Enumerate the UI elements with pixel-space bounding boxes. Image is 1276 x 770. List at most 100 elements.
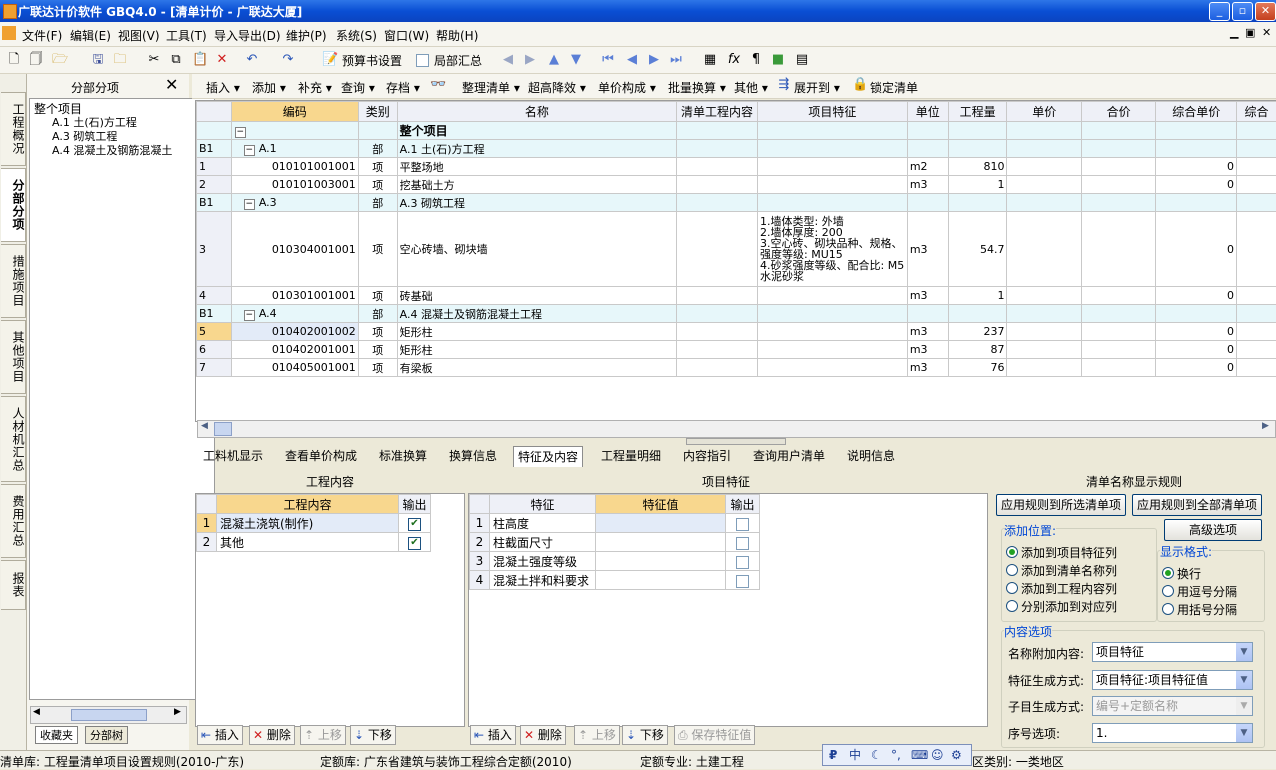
ime-moon-icon[interactable]: ☾ (871, 745, 882, 765)
total-price-cell[interactable] (1081, 158, 1155, 176)
composite-cell[interactable] (1237, 287, 1276, 305)
table-row[interactable]: 6010402001001项矩形柱m3870 (197, 341, 1276, 359)
code-cell[interactable]: 010101001001 (231, 158, 358, 176)
col-header-output[interactable]: 输出 (399, 495, 431, 514)
feature-cell[interactable] (758, 140, 908, 158)
calculator-icon[interactable]: ▦ (702, 52, 718, 68)
feature-cell[interactable] (758, 305, 908, 323)
feature-value-cell[interactable] (596, 552, 726, 571)
supplement-dropdown[interactable]: 补充 ▾ (298, 79, 332, 96)
open-folder-icon[interactable]: 🗁 (52, 52, 68, 68)
output-cell[interactable]: ✔ (726, 571, 760, 590)
app-menu-icon[interactable] (2, 26, 16, 40)
tab-conversion-info[interactable]: 换算信息 (445, 446, 501, 466)
unit-price-cell[interactable] (1007, 212, 1081, 287)
unit-cell[interactable]: m3 (907, 323, 948, 341)
bill-content-cell[interactable] (677, 212, 758, 287)
unit-cell[interactable]: m3 (907, 341, 948, 359)
table-row[interactable]: 3010304001001项空心砖墙、砌块墙1.墙体类型: 外墙 2.墙体厚度:… (197, 212, 1276, 287)
feature-cell[interactable] (758, 158, 908, 176)
code-cell[interactable]: −A.1 (231, 140, 358, 158)
tab-reports[interactable]: 报表 (1, 560, 26, 610)
output-checkbox[interactable]: ✔ (736, 575, 749, 588)
content-delete-button[interactable]: ✕ 删除 (249, 725, 295, 745)
scroll-thumb[interactable] (214, 422, 232, 436)
composite-cell[interactable] (1237, 212, 1276, 287)
feature-name-cell[interactable]: 混凝土强度等级 (490, 552, 596, 571)
menu-tools[interactable]: 工具(T) (166, 27, 207, 44)
book-icon[interactable]: ■ (770, 52, 786, 68)
unit-price-composition-dropdown[interactable]: 单价构成 ▾ (598, 79, 656, 96)
menu-window[interactable]: 窗口(W) (384, 27, 429, 44)
code-cell[interactable]: 010402001002 (231, 323, 358, 341)
menu-maintain[interactable]: 维护(P) (286, 27, 327, 44)
row-number[interactable]: 1 (470, 514, 490, 533)
total-price-cell[interactable] (1081, 212, 1155, 287)
quantity-cell[interactable]: 810 (948, 158, 1007, 176)
feature-cell[interactable] (758, 359, 908, 377)
ime-settings-icon[interactable]: ⚙ (951, 745, 962, 765)
quantity-cell[interactable]: 1 (948, 287, 1007, 305)
minimize-button[interactable]: _ (1209, 2, 1230, 21)
feature-cell[interactable] (758, 194, 908, 212)
mdi-minimize-icon[interactable]: ▁ (1230, 26, 1238, 39)
menu-view[interactable]: 视图(V) (118, 27, 160, 44)
ime-user-icon[interactable]: ☺ (931, 745, 944, 765)
scroll-right-icon[interactable]: ▶ (1262, 421, 1269, 431)
output-cell[interactable]: ✔ (726, 514, 760, 533)
row-number[interactable]: 2 (197, 176, 232, 194)
composite-unit-price-cell[interactable]: 0 (1156, 212, 1237, 287)
total-price-cell[interactable] (1081, 287, 1155, 305)
composite-cell[interactable] (1237, 305, 1276, 323)
col-header-composite-unit-price[interactable]: 综合单价 (1156, 102, 1237, 122)
ime-logo-icon[interactable]: ₽ (829, 745, 837, 765)
feature-cell[interactable]: 1.墙体类型: 外墙 2.墙体厚度: 200 3.空心砖、砌块品种、规格、强度等… (758, 212, 908, 287)
name-cell[interactable]: A.4 混凝土及钢筋混凝土工程 (397, 305, 676, 323)
name-cell[interactable]: 有梁板 (397, 359, 676, 377)
content-move-up-button[interactable]: ⇡ 上移 (300, 725, 346, 745)
radio-comma[interactable]: 用逗号分隔 (1162, 583, 1237, 600)
table-row[interactable]: 7010405001001项有梁板m3760 (197, 359, 1276, 377)
tab-labor-material-display[interactable]: 工料机显示 (199, 446, 267, 466)
col-header-quantity[interactable]: 工程量 (948, 102, 1007, 122)
bill-content-cell[interactable] (677, 176, 758, 194)
scroll-right-icon[interactable]: ▶ (174, 707, 181, 717)
row-number[interactable]: 2 (470, 533, 490, 552)
menu-file[interactable]: 文件(F) (22, 27, 62, 44)
composite-unit-price-cell[interactable]: 0 (1156, 341, 1237, 359)
tab-content-guide[interactable]: 内容指引 (679, 446, 735, 466)
col-header-work-content[interactable]: 工程内容 (217, 495, 399, 514)
archive-dropdown[interactable]: 存档 ▾ (386, 79, 420, 96)
collapse-toggle[interactable]: − (231, 122, 358, 140)
col-header-unit-price[interactable]: 单价 (1007, 102, 1081, 122)
table-row[interactable]: 2其他✔ (197, 533, 431, 552)
total-price-cell[interactable] (1081, 140, 1155, 158)
col-header-feature-value[interactable]: 特征值 (596, 495, 726, 514)
col-header-output[interactable]: 输出 (726, 495, 760, 514)
row-number[interactable]: 2 (197, 533, 217, 552)
bill-content-cell[interactable] (677, 359, 758, 377)
radio-bracket[interactable]: 用括号分隔 (1162, 601, 1237, 618)
composite-cell[interactable] (1237, 194, 1276, 212)
tab-labor-material-summary[interactable]: 人材机汇总 (1, 396, 26, 482)
row-number[interactable]: 3 (470, 552, 490, 571)
arrow-up-icon[interactable]: ▲ (546, 52, 562, 68)
budget-settings-button[interactable]: 预算书设置 (342, 52, 402, 69)
bill-content-cell[interactable] (677, 323, 758, 341)
delete-icon[interactable]: ✕ (214, 52, 230, 68)
col-header-unit[interactable]: 单位 (907, 102, 948, 122)
feature-value-cell[interactable] (596, 514, 726, 533)
table-row[interactable]: 1010101001001项平整场地m28100 (197, 158, 1276, 176)
total-price-cell[interactable] (1081, 341, 1155, 359)
type-cell[interactable]: 部 (358, 194, 397, 212)
radio-add-to-content[interactable]: 添加到工程内容列 (1006, 580, 1117, 597)
tab-unit-price-composition[interactable]: 查看单价构成 (281, 446, 361, 466)
list-icon[interactable]: ▤ (794, 52, 810, 68)
row-number[interactable]: 3 (197, 212, 232, 287)
quantity-cell[interactable] (948, 194, 1007, 212)
code-cell[interactable]: 010405001001 (231, 359, 358, 377)
table-row[interactable]: 2柱截面尺寸✔ (470, 533, 760, 552)
unit-price-cell[interactable] (1007, 341, 1081, 359)
next-icon[interactable]: ▶ (646, 52, 662, 68)
feature-value-cell[interactable] (596, 533, 726, 552)
